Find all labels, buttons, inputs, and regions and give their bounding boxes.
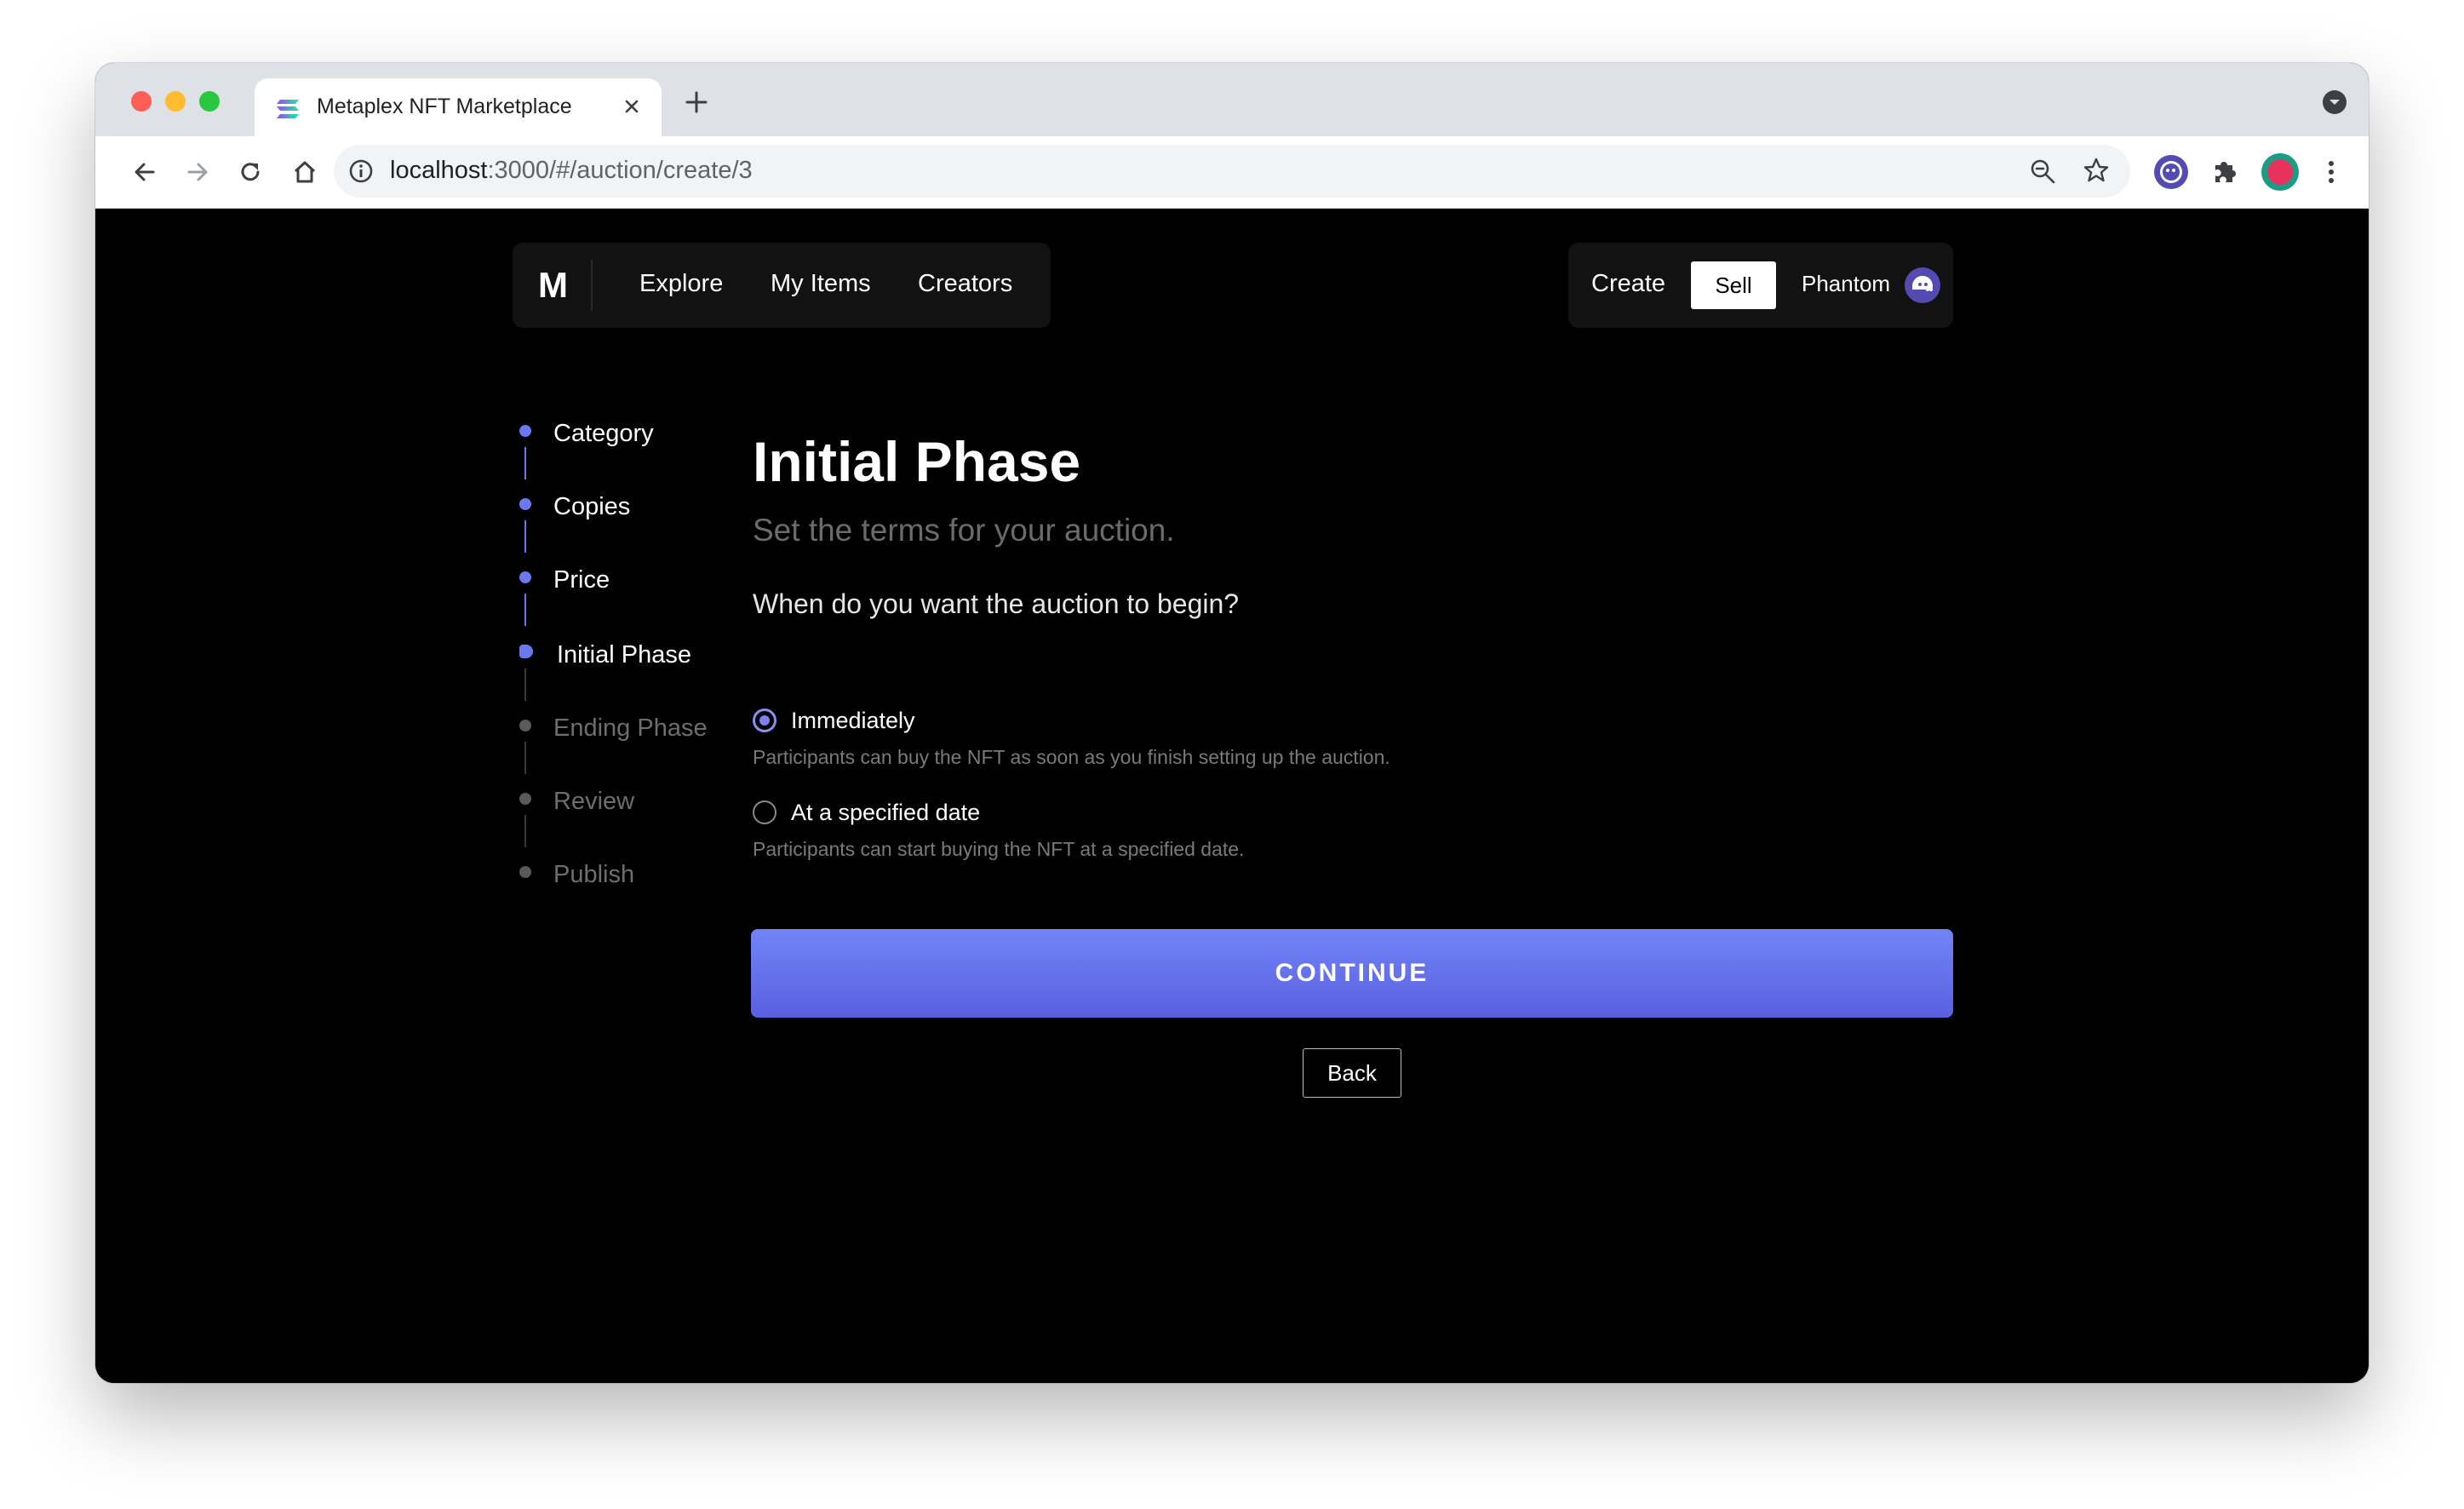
minimize-window-button[interactable] xyxy=(165,91,186,112)
bookmark-star-icon[interactable] xyxy=(2081,155,2112,186)
step-connector xyxy=(524,815,526,847)
step-connector xyxy=(524,668,526,701)
reload-icon[interactable] xyxy=(235,157,266,187)
browser-tab[interactable]: Metaplex NFT Marketplace xyxy=(255,78,662,136)
nav-link-explore[interactable]: Explore xyxy=(639,270,723,298)
step-connector xyxy=(524,594,526,626)
step-price[interactable]: Price xyxy=(553,566,610,594)
step-dot-ending-phase xyxy=(519,720,531,732)
metaplex-logo[interactable]: M xyxy=(538,265,568,306)
step-publish[interactable]: Publish xyxy=(553,861,634,889)
page-subtitle: Set the terms for your auction. xyxy=(753,513,1175,548)
url-text[interactable]: localhost:3000/#/auction/create/3 xyxy=(390,157,753,185)
main-nav: M Explore My Items Creators xyxy=(513,243,1051,328)
continue-button[interactable]: CONTINUE xyxy=(751,929,1953,1018)
forward-icon[interactable] xyxy=(182,157,213,187)
radio-immediately[interactable] xyxy=(753,709,776,732)
step-category[interactable]: Category xyxy=(553,420,654,448)
browser-window: Metaplex NFT Marketplace localhost:3000/… xyxy=(95,63,2369,1383)
home-icon[interactable] xyxy=(289,157,320,187)
step-dot-copies xyxy=(519,498,531,510)
profile-avatar[interactable] xyxy=(2261,153,2299,191)
nav-link-my-items[interactable]: My Items xyxy=(771,270,871,298)
step-review[interactable]: Review xyxy=(553,788,634,816)
step-initial-phase[interactable]: Initial Phase xyxy=(557,641,691,669)
page-content: M Explore My Items Creators Create Sell … xyxy=(95,209,2369,1383)
step-dot-review xyxy=(519,793,531,805)
option-immediately-label[interactable]: Immediately xyxy=(791,708,915,734)
new-tab-icon[interactable] xyxy=(683,89,710,116)
address-bar[interactable]: localhost:3000/#/auction/create/3 xyxy=(334,145,2130,198)
step-copies[interactable]: Copies xyxy=(553,493,630,521)
step-ending-phase[interactable]: Ending Phase xyxy=(553,714,708,743)
maximize-window-button[interactable] xyxy=(199,91,220,112)
step-dot-initial-phase xyxy=(519,645,533,658)
back-icon[interactable] xyxy=(129,157,160,187)
phantom-extension-icon[interactable] xyxy=(2154,155,2188,189)
page-title: Initial Phase xyxy=(753,430,1081,493)
extensions-puzzle-icon[interactable] xyxy=(2209,155,2241,187)
solana-favicon-icon xyxy=(277,100,299,118)
step-connector xyxy=(524,447,526,479)
zoom-icon[interactable] xyxy=(2028,157,2057,186)
step-connector xyxy=(524,742,526,774)
step-connector xyxy=(524,520,526,553)
nav-link-creators[interactable]: Creators xyxy=(918,270,1012,298)
wallet-label[interactable]: Phantom xyxy=(1802,271,1890,297)
phantom-wallet-icon[interactable] xyxy=(1904,267,1941,304)
browser-toolbar: localhost:3000/#/auction/create/3 xyxy=(95,136,2369,209)
close-window-button[interactable] xyxy=(131,91,152,112)
account-nav: Create Sell Phantom xyxy=(1568,243,1953,328)
close-tab-icon[interactable] xyxy=(619,94,645,119)
radio-specified-date[interactable] xyxy=(753,800,776,824)
tab-title: Metaplex NFT Marketplace xyxy=(317,95,572,118)
step-dot-category xyxy=(519,425,531,437)
tab-search-icon[interactable] xyxy=(2323,90,2347,114)
option-specified-date-label[interactable]: At a specified date xyxy=(791,800,980,826)
create-link[interactable]: Create xyxy=(1591,270,1665,298)
browser-menu-icon[interactable] xyxy=(2314,155,2348,189)
option-specified-date-description: Participants can start buying the NFT at… xyxy=(753,838,1245,860)
tab-strip: Metaplex NFT Marketplace xyxy=(95,63,2369,136)
site-info-icon[interactable] xyxy=(347,158,375,185)
option-immediately-description: Participants can buy the NFT as soon as … xyxy=(753,746,1390,768)
nav-divider xyxy=(591,260,593,311)
sell-button[interactable]: Sell xyxy=(1691,261,1776,309)
step-dot-publish xyxy=(519,866,531,878)
step-dot-price xyxy=(519,571,531,583)
start-question: When do you want the auction to begin? xyxy=(753,588,1240,619)
back-button[interactable]: Back xyxy=(1303,1048,1401,1098)
